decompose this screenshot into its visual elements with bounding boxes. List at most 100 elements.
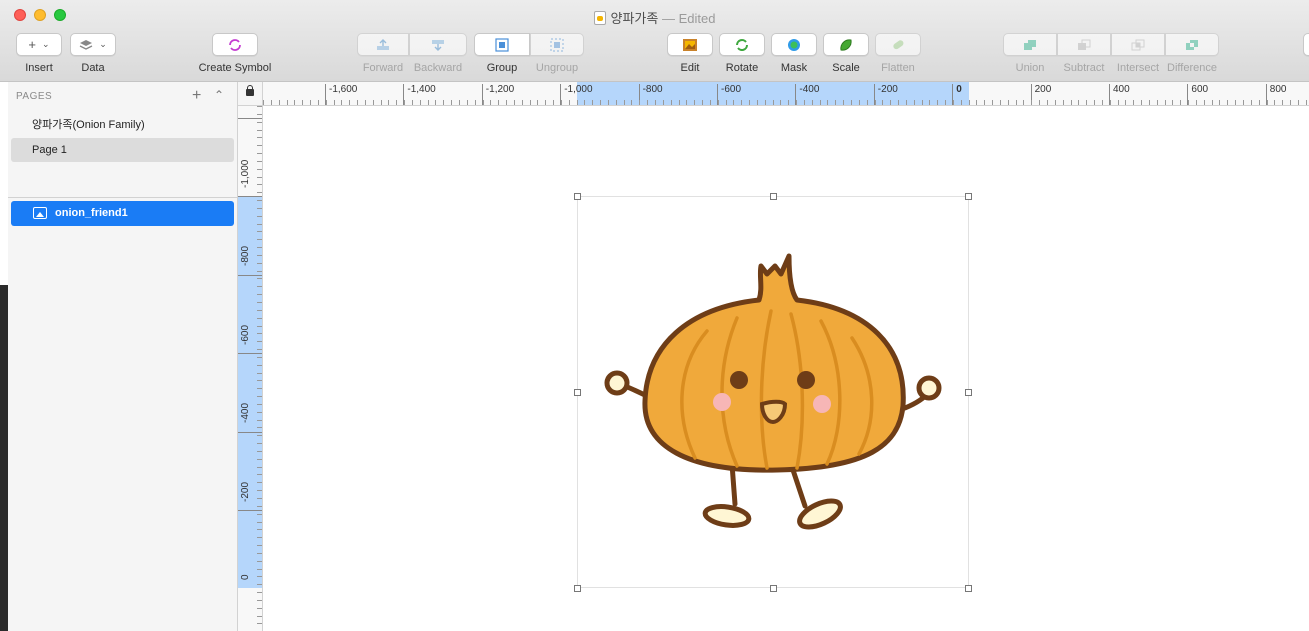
ruler-minor-tick bbox=[419, 100, 421, 105]
group-button[interactable] bbox=[474, 33, 530, 56]
ruler-minor-tick bbox=[257, 231, 262, 233]
ruler-minor-tick bbox=[270, 100, 272, 105]
ruler-tick-label-h: 800 bbox=[1265, 84, 1286, 105]
data-tool[interactable]: ⌄ Data bbox=[70, 33, 116, 74]
create-symbol-tool[interactable]: Create Symbol bbox=[199, 33, 271, 74]
ruler-minor-tick bbox=[257, 599, 262, 601]
ruler-minor-tick bbox=[553, 100, 555, 105]
intersect-tool[interactable]: Intersect bbox=[1111, 33, 1165, 74]
scale-button[interactable] bbox=[823, 33, 869, 56]
insert-label: Insert bbox=[25, 62, 53, 74]
difference-tool[interactable]: Difference bbox=[1165, 33, 1219, 74]
ruler-minor-tick bbox=[257, 474, 262, 476]
rotate-label: Rotate bbox=[725, 62, 759, 74]
ruler-major-tick bbox=[238, 510, 262, 511]
layer-item-onion-friend1[interactable]: onion_friend1 bbox=[11, 201, 234, 226]
collapse-pages-icon[interactable]: ⌃ bbox=[214, 88, 224, 102]
ruler-minor-tick bbox=[827, 100, 829, 105]
ruler-minor-tick bbox=[756, 100, 758, 105]
flatten-tool[interactable]: Flatten bbox=[875, 33, 921, 74]
flatten-button[interactable] bbox=[875, 33, 921, 56]
overflow-button[interactable] bbox=[1303, 33, 1309, 56]
union-tool[interactable]: Union bbox=[1003, 33, 1057, 74]
vertical-ruler[interactable]: -1,000 -800 -600 -400 -200 0 bbox=[238, 106, 263, 631]
scale-tool[interactable]: Scale bbox=[823, 33, 869, 74]
resize-handle-top-left[interactable] bbox=[574, 193, 581, 200]
ruler-minor-tick bbox=[451, 100, 453, 105]
data-button[interactable]: ⌄ bbox=[70, 33, 116, 56]
ruler-minor-tick bbox=[257, 325, 262, 327]
intersect-button[interactable] bbox=[1111, 33, 1165, 56]
difference-label: Difference bbox=[1167, 62, 1217, 74]
ruler-minor-tick bbox=[647, 100, 649, 105]
edit-button[interactable] bbox=[667, 33, 713, 56]
resize-handle-bottom-right[interactable] bbox=[965, 585, 972, 592]
page-item-onion-family[interactable]: 양파가족(Onion Family) bbox=[11, 113, 234, 137]
ruler-minor-tick bbox=[733, 100, 735, 105]
subtract-tool[interactable]: Subtract bbox=[1057, 33, 1111, 74]
lock-icon[interactable] bbox=[246, 85, 254, 96]
horizontal-ruler[interactable]: -1,600 -1,400 -1,200 -1,000 -800 -600 -400 -200… bbox=[263, 82, 1309, 106]
mask-tool[interactable]: Mask bbox=[771, 33, 817, 74]
ruler-tick-label-h: -200 bbox=[873, 84, 898, 105]
group-tool[interactable]: Group bbox=[474, 33, 530, 74]
resize-handle-bottom[interactable] bbox=[770, 585, 777, 592]
ruler-minor-tick bbox=[1117, 100, 1119, 105]
resize-handle-bottom-left[interactable] bbox=[574, 585, 581, 592]
canvas[interactable] bbox=[263, 106, 1309, 631]
edit-tool[interactable]: Edit bbox=[667, 33, 713, 74]
resize-handle-top-right[interactable] bbox=[965, 193, 972, 200]
scale-label: Scale bbox=[832, 62, 860, 74]
create-symbol-button[interactable] bbox=[212, 33, 258, 56]
ruler-minor-tick bbox=[257, 129, 262, 131]
ruler-minor-tick bbox=[257, 294, 262, 296]
insert-button[interactable]: + ⌄ bbox=[16, 33, 62, 56]
image-selection-frame[interactable] bbox=[574, 193, 972, 592]
scale-icon bbox=[840, 38, 852, 51]
resize-handle-top[interactable] bbox=[770, 193, 777, 200]
ruler-minor-tick bbox=[898, 100, 900, 105]
forward-tool[interactable]: Forward bbox=[357, 33, 409, 74]
ruler-minor-tick bbox=[257, 576, 262, 578]
rotate-tool[interactable]: Rotate bbox=[719, 33, 765, 74]
ruler-major-tick bbox=[238, 118, 262, 119]
insert-tool[interactable]: + ⌄ Insert bbox=[16, 33, 62, 74]
resize-handle-right[interactable] bbox=[965, 389, 972, 396]
add-page-icon[interactable]: + bbox=[192, 87, 201, 105]
onion-character-image[interactable] bbox=[577, 196, 969, 588]
ruler-minor-tick bbox=[702, 100, 704, 105]
ruler-minor-tick bbox=[257, 153, 262, 155]
ruler-minor-tick bbox=[984, 100, 986, 105]
ruler-minor-tick bbox=[1305, 100, 1307, 105]
ruler-minor-tick bbox=[257, 443, 262, 445]
mask-button[interactable] bbox=[771, 33, 817, 56]
chevron-down-icon: ⌄ bbox=[99, 39, 107, 49]
backward-button[interactable] bbox=[409, 33, 467, 56]
resize-handle-left[interactable] bbox=[574, 389, 581, 396]
ruler-minor-tick bbox=[851, 100, 852, 105]
ruler-tick-label-h: 600 bbox=[1187, 84, 1208, 105]
ruler-minor-tick bbox=[286, 100, 288, 105]
ruler-minor-tick bbox=[482, 100, 484, 105]
subtract-button[interactable] bbox=[1057, 33, 1111, 56]
ungroup-tool[interactable]: Ungroup bbox=[530, 33, 584, 74]
ruler-minor-tick bbox=[1274, 100, 1276, 105]
difference-icon bbox=[1186, 39, 1198, 50]
ruler-minor-tick bbox=[333, 100, 335, 105]
ruler-minor-tick bbox=[357, 100, 359, 105]
rotate-button[interactable] bbox=[719, 33, 765, 56]
ruler-major-tick bbox=[238, 274, 262, 276]
backward-tool[interactable]: Backward bbox=[409, 33, 467, 74]
ruler-minor-tick bbox=[874, 100, 876, 105]
ruler-minor-tick bbox=[545, 100, 547, 105]
union-button[interactable] bbox=[1003, 33, 1057, 56]
overflow-tool[interactable] bbox=[1303, 33, 1309, 56]
difference-button[interactable] bbox=[1165, 33, 1219, 56]
ungroup-button[interactable] bbox=[530, 33, 584, 56]
ruler-corner[interactable] bbox=[238, 82, 263, 106]
page-item-page-1[interactable]: Page 1 bbox=[11, 138, 234, 162]
chevron-down-icon: ⌄ bbox=[42, 39, 50, 49]
ruler-minor-tick bbox=[257, 490, 262, 492]
ruler-minor-tick bbox=[427, 100, 429, 105]
forward-button[interactable] bbox=[357, 33, 409, 56]
